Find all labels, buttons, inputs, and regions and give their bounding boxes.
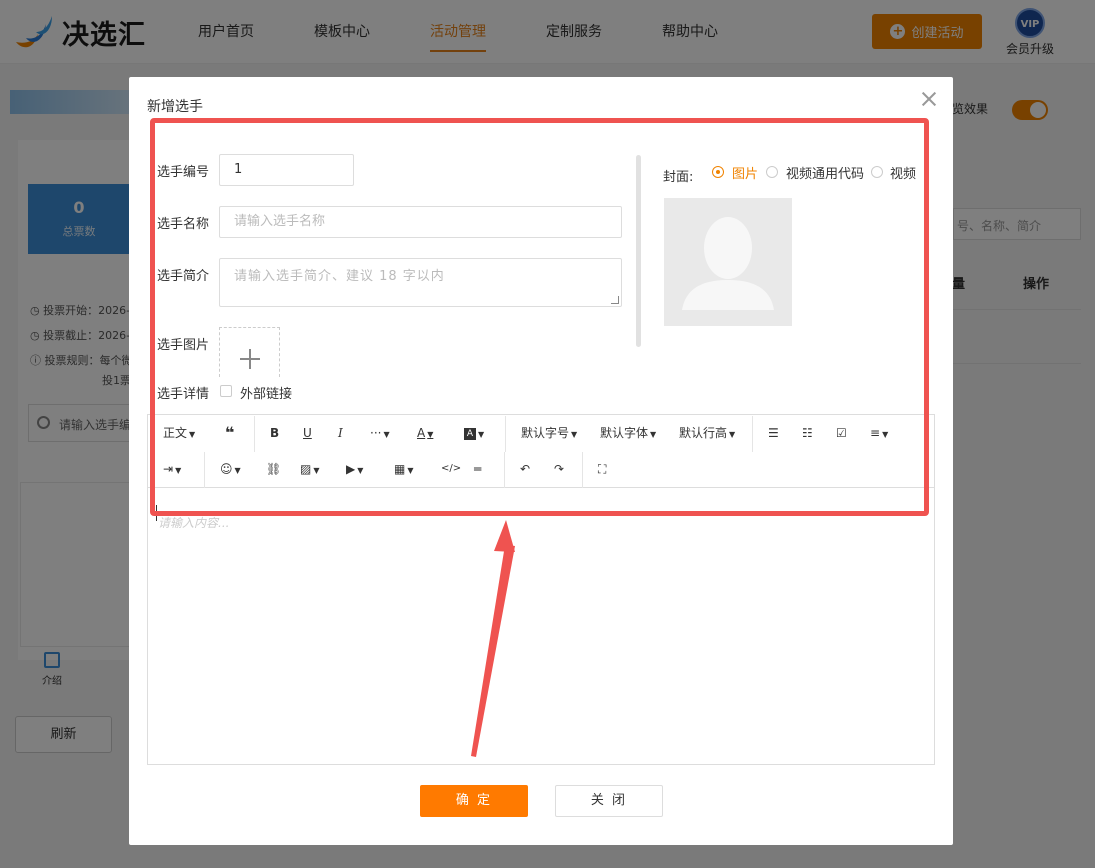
confirm-button[interactable]: 确 定: [420, 785, 528, 817]
editor-content-area[interactable]: 请输入内容...: [158, 514, 229, 531]
close-icon[interactable]: [919, 89, 939, 109]
annotation-highlight-box: [150, 118, 929, 516]
modal-title: 新增选手: [147, 99, 203, 115]
close-button[interactable]: 关 闭: [555, 785, 663, 817]
